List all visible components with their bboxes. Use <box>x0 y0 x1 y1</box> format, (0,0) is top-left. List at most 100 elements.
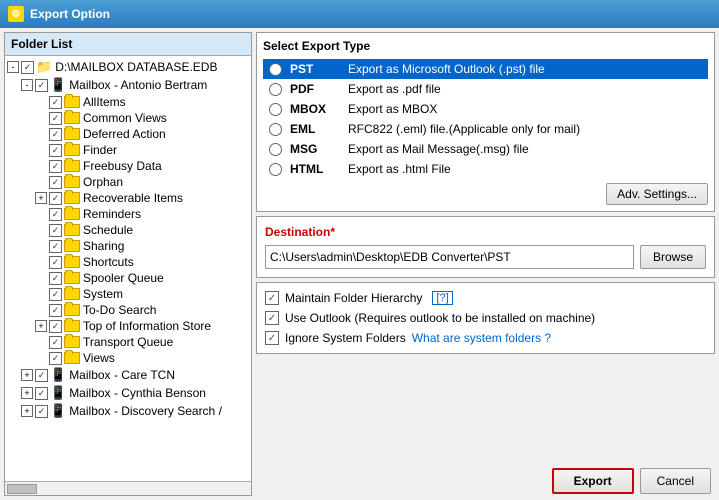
folder-checkbox-allitems[interactable] <box>49 96 62 109</box>
folder-label-topinfo: Top of Information Store <box>83 319 211 333</box>
folder-checkbox-deferred[interactable] <box>49 128 62 141</box>
expand-btn-caretcn[interactable]: + <box>21 369 33 381</box>
folder-checkbox-finder[interactable] <box>49 144 62 157</box>
export-button[interactable]: Export <box>552 468 634 494</box>
radio-input-mbox[interactable] <box>269 103 282 116</box>
option-checkbox-hierarchy[interactable] <box>265 291 279 305</box>
folder-icon-orphan <box>64 176 80 188</box>
tree-item-discovery[interactable]: +📱Mailbox - Discovery Search / <box>5 402 251 420</box>
expand-btn-antonio[interactable]: - <box>21 79 33 91</box>
folder-label-sharing: Sharing <box>83 239 124 253</box>
folder-icon-system <box>64 288 80 300</box>
option-checkbox-outlook[interactable] <box>265 311 279 325</box>
folder-checkbox-antonio[interactable] <box>35 79 48 92</box>
tree-item-common[interactable]: Common Views <box>5 110 251 126</box>
tree-item-todo[interactable]: To-Do Search <box>5 302 251 318</box>
expand-btn-cynthia[interactable]: + <box>21 387 33 399</box>
radio-row-html[interactable]: HTMLExport as .html File <box>263 159 708 179</box>
radio-input-pst[interactable] <box>269 63 282 76</box>
tree-item-freebusy[interactable]: Freebusy Data <box>5 158 251 174</box>
folder-checkbox-schedule[interactable] <box>49 224 62 237</box>
folder-icon-recoverable <box>64 192 80 204</box>
radio-input-html[interactable] <box>269 163 282 176</box>
radio-row-pst[interactable]: PSTExport as Microsoft Outlook (.pst) fi… <box>263 59 708 79</box>
folder-checkbox-freebusy[interactable] <box>49 160 62 173</box>
tree-item-cynthia[interactable]: +📱Mailbox - Cynthia Benson <box>5 384 251 402</box>
expand-btn-discovery[interactable]: + <box>21 405 33 417</box>
folder-checkbox-discovery[interactable] <box>35 405 48 418</box>
radio-row-msg[interactable]: MSGExport as Mail Message(.msg) file <box>263 139 708 159</box>
radio-row-pdf[interactable]: PDFExport as .pdf file <box>263 79 708 99</box>
radio-input-msg[interactable] <box>269 143 282 156</box>
folder-checkbox-orphan[interactable] <box>49 176 62 189</box>
folder-checkbox-topinfo[interactable] <box>49 320 62 333</box>
folder-list-header: Folder List <box>5 33 251 56</box>
tree-item-caretcn[interactable]: +📱Mailbox - Care TCN <box>5 366 251 384</box>
destination-input[interactable] <box>265 245 634 269</box>
option-label-hierarchy: Maintain Folder Hierarchy <box>285 291 422 305</box>
folder-checkbox-todo[interactable] <box>49 304 62 317</box>
tree-item-sharing[interactable]: Sharing <box>5 238 251 254</box>
folder-checkbox-system[interactable] <box>49 288 62 301</box>
tree-item-shortcuts[interactable]: Shortcuts <box>5 254 251 270</box>
folder-label-views: Views <box>83 351 115 365</box>
radio-desc-html: Export as .html File <box>348 162 451 176</box>
system-folders-link[interactable]: What are system folders ? <box>412 331 551 345</box>
app-icon: ⚙ <box>8 6 24 22</box>
destination-row: Browse <box>265 245 706 269</box>
radio-row-mbox[interactable]: MBOXExport as MBOX <box>263 99 708 119</box>
tree-item-deferred[interactable]: Deferred Action <box>5 126 251 142</box>
browse-button[interactable]: Browse <box>640 245 706 269</box>
folder-checkbox-reminders[interactable] <box>49 208 62 221</box>
folder-checkbox-caretcn[interactable] <box>35 369 48 382</box>
radio-input-eml[interactable] <box>269 123 282 136</box>
folder-label-schedule: Schedule <box>83 223 133 237</box>
tree-item-system[interactable]: System <box>5 286 251 302</box>
tree-item-transport[interactable]: Transport Queue <box>5 334 251 350</box>
option-label-ignore: Ignore System Folders <box>285 331 406 345</box>
tree-item-schedule[interactable]: Schedule <box>5 222 251 238</box>
folder-label-allitems: AllItems <box>83 95 126 109</box>
scroll-thumb[interactable] <box>7 484 37 494</box>
tree-item-spooler[interactable]: Spooler Queue <box>5 270 251 286</box>
folder-checkbox-shortcuts[interactable] <box>49 256 62 269</box>
tree-item-orphan[interactable]: Orphan <box>5 174 251 190</box>
radio-row-eml[interactable]: EMLRFC822 (.eml) file.(Applicable only f… <box>263 119 708 139</box>
expand-btn-topinfo[interactable]: + <box>35 320 47 332</box>
tree-item-allitems[interactable]: AllItems <box>5 94 251 110</box>
folder-checkbox-common[interactable] <box>49 112 62 125</box>
tree-item-recoverable[interactable]: +Recoverable Items <box>5 190 251 206</box>
help-link-hierarchy[interactable]: [?] <box>432 291 452 305</box>
tree-item-finder[interactable]: Finder <box>5 142 251 158</box>
tree-item-reminders[interactable]: Reminders <box>5 206 251 222</box>
mailbox-icon: 📱 <box>50 367 66 383</box>
tree-item-db[interactable]: -📁D:\MAILBOX DATABASE.EDB <box>5 58 251 76</box>
radio-input-pdf[interactable] <box>269 83 282 96</box>
folder-icon-common <box>64 112 80 124</box>
folder-checkbox-views[interactable] <box>49 352 62 365</box>
folder-checkbox-db[interactable] <box>21 61 34 74</box>
folder-checkbox-spooler[interactable] <box>49 272 62 285</box>
folder-checkbox-recoverable[interactable] <box>49 192 62 205</box>
adv-settings-button[interactable]: Adv. Settings... <box>606 183 708 205</box>
folder-checkbox-sharing[interactable] <box>49 240 62 253</box>
required-mark: * <box>330 225 335 239</box>
radio-options: PSTExport as Microsoft Outlook (.pst) fi… <box>263 59 708 179</box>
folder-checkbox-cynthia[interactable] <box>35 387 48 400</box>
option-row-ignore: Ignore System Folders What are system fol… <box>265 331 706 345</box>
mailbox-icon: 📱 <box>50 385 66 401</box>
tree-item-antonio[interactable]: -📱Mailbox - Antonio Bertram <box>5 76 251 94</box>
horizontal-scrollbar[interactable] <box>5 481 251 495</box>
tree-item-views[interactable]: Views <box>5 350 251 366</box>
option-checkbox-ignore[interactable] <box>265 331 279 345</box>
radio-desc-eml: RFC822 (.eml) file.(Applicable only for … <box>348 122 580 136</box>
tree-item-topinfo[interactable]: + Top of Information Store <box>5 318 251 334</box>
folder-checkbox-transport[interactable] <box>49 336 62 349</box>
window-title: Export Option <box>30 7 110 21</box>
folder-tree[interactable]: -📁D:\MAILBOX DATABASE.EDB-📱Mailbox - Ant… <box>5 56 251 481</box>
folder-label-orphan: Orphan <box>83 175 123 189</box>
radio-desc-mbox: Export as MBOX <box>348 102 437 116</box>
cancel-button[interactable]: Cancel <box>640 468 711 494</box>
expand-btn-recoverable[interactable]: + <box>35 192 47 204</box>
expand-btn-db[interactable]: - <box>7 61 19 73</box>
